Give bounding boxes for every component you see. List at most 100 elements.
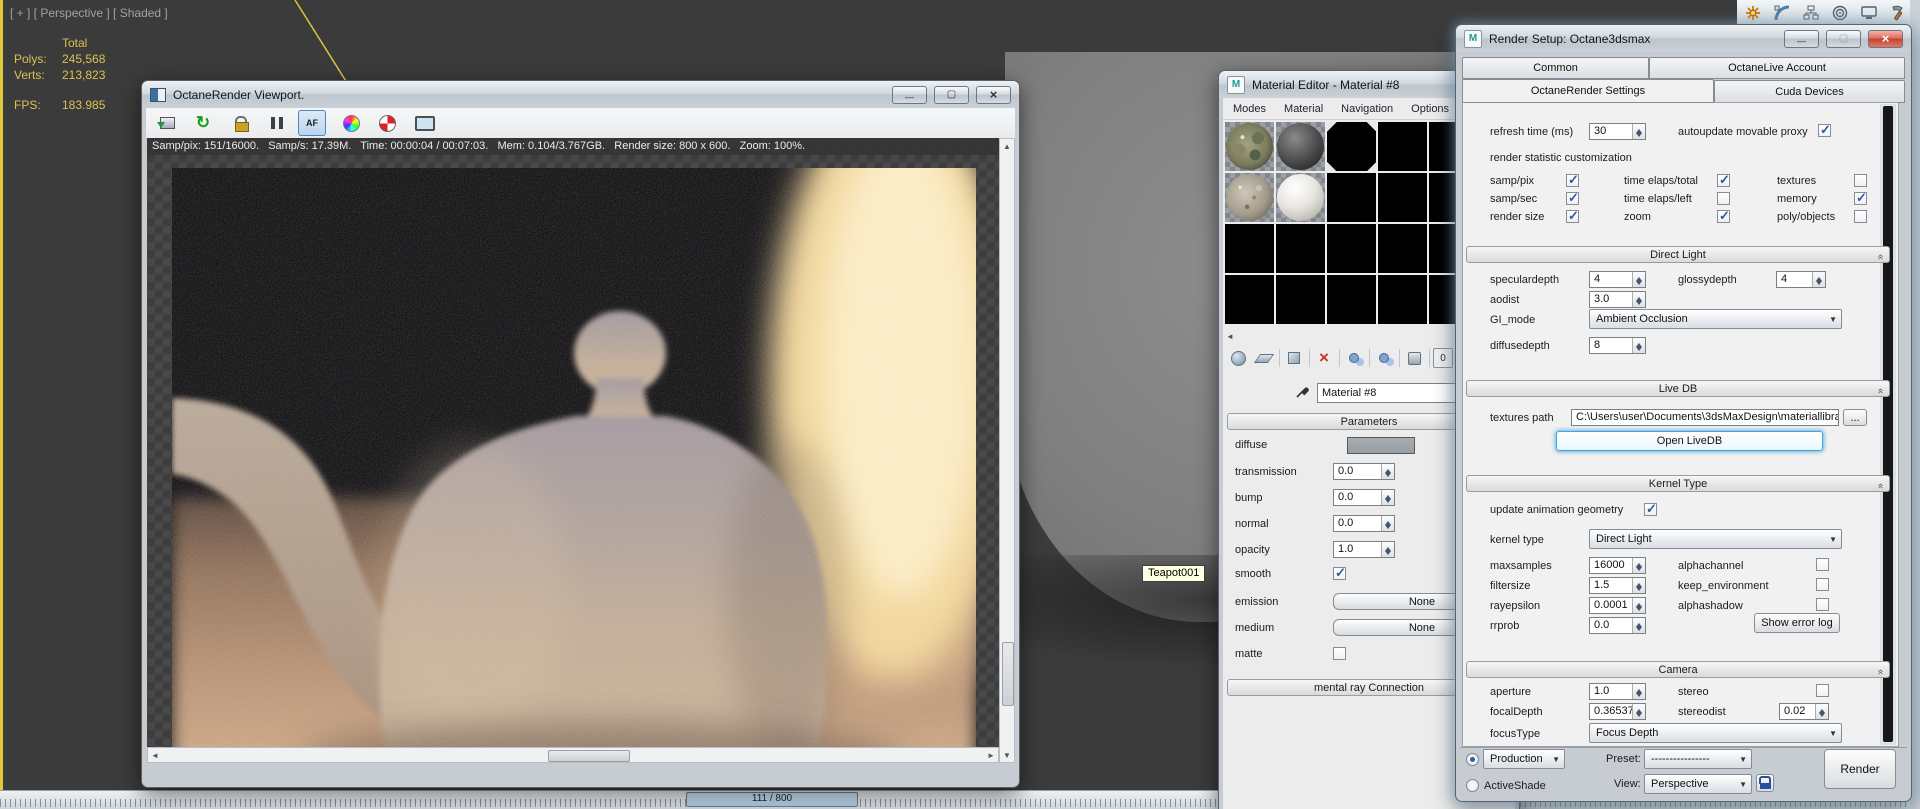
stat-checkbox[interactable]: [1854, 190, 1867, 206]
material-id-channel-icon[interactable]: [1433, 348, 1453, 368]
utilities-icon[interactable]: [1885, 2, 1910, 25]
fit-monitor-icon[interactable]: [412, 111, 438, 135]
material-slot[interactable]: [1327, 173, 1376, 222]
preset-dropdown[interactable]: ----------------: [1644, 749, 1752, 769]
smooth-checkbox[interactable]: [1333, 565, 1346, 581]
put-to-scene-icon[interactable]: [1253, 347, 1275, 369]
production-radio[interactable]: [1466, 753, 1479, 766]
material-slot[interactable]: [1276, 122, 1325, 171]
alphachannel-checkbox[interactable]: [1816, 558, 1829, 571]
diffuse-swatch[interactable]: [1347, 437, 1415, 454]
material-slot[interactable]: [1225, 224, 1274, 273]
direct-light-rollout[interactable]: Direct Light: [1466, 246, 1890, 263]
material-slot[interactable]: [1327, 224, 1376, 273]
material-slot[interactable]: [1327, 275, 1376, 324]
show-error-log-button[interactable]: Show error log: [1754, 613, 1840, 633]
viewport-label[interactable]: [ + ] [ Perspective ] [ Shaded ]: [10, 6, 168, 20]
spinner[interactable]: [1632, 558, 1645, 573]
stat-checkbox[interactable]: [1717, 208, 1730, 224]
glossydepth-field[interactable]: 4: [1776, 271, 1826, 288]
material-slot-active[interactable]: [1327, 122, 1376, 171]
matte-checkbox[interactable]: [1333, 647, 1346, 660]
spinner[interactable]: [1632, 338, 1645, 353]
textures-path-field[interactable]: C:\Users\user\Documents\3dsMaxDesign\mat…: [1571, 409, 1839, 426]
rayepsilon-field[interactable]: 0.0001: [1589, 597, 1646, 614]
scroll-left-icon[interactable]: ◄: [148, 748, 162, 762]
menu-material[interactable]: Material: [1284, 103, 1323, 115]
autoupdate-checkbox[interactable]: [1818, 122, 1831, 138]
stat-checkbox[interactable]: [1717, 172, 1730, 188]
octane-viewport-titlebar[interactable]: OctaneRender Viewport.: [142, 81, 1019, 108]
menu-modes[interactable]: Modes: [1233, 103, 1266, 115]
lock-icon[interactable]: [228, 111, 254, 135]
create-icon[interactable]: [1741, 2, 1766, 25]
keep-environment-checkbox[interactable]: [1816, 578, 1829, 591]
scroll-right-icon[interactable]: ►: [984, 748, 998, 762]
material-slot[interactable]: [1225, 173, 1274, 222]
render-region-icon[interactable]: [374, 111, 400, 135]
camera-rollout[interactable]: Camera: [1466, 661, 1890, 678]
spinner[interactable]: [1381, 490, 1394, 505]
stereodist-field[interactable]: 0.02: [1779, 703, 1829, 720]
gi-mode-dropdown[interactable]: Ambient Occlusion: [1589, 309, 1842, 329]
assign-to-selection-icon[interactable]: [1283, 347, 1305, 369]
menu-navigation[interactable]: Navigation: [1341, 103, 1393, 115]
spinner[interactable]: [1632, 598, 1645, 613]
rrprob-field[interactable]: 0.0: [1589, 617, 1646, 634]
material-slot[interactable]: [1276, 173, 1325, 222]
opacity-field[interactable]: 1.0: [1333, 541, 1395, 558]
hscroll-thumb[interactable]: [548, 750, 630, 762]
stat-checkbox[interactable]: [1854, 210, 1867, 223]
stat-checkbox[interactable]: [1854, 174, 1867, 187]
bump-field[interactable]: 0.0: [1333, 489, 1395, 506]
refresh-time-field[interactable]: 30: [1589, 123, 1646, 140]
aperture-field[interactable]: 1.0: [1589, 683, 1646, 700]
tab-octanerender-settings[interactable]: OctaneRender Settings: [1462, 79, 1714, 103]
kernel-type-dropdown[interactable]: Direct Light: [1589, 529, 1842, 549]
spinner[interactable]: [1381, 516, 1394, 531]
live-db-rollout[interactable]: Live DB: [1466, 380, 1890, 397]
stat-checkbox[interactable]: [1566, 190, 1579, 206]
panel-scrollbar[interactable]: [1880, 104, 1896, 745]
stat-checkbox[interactable]: [1566, 208, 1579, 224]
save-material-icon[interactable]: [1403, 347, 1425, 369]
material-slot[interactable]: [1276, 224, 1325, 273]
pause-icon[interactable]: [264, 111, 290, 135]
spinner[interactable]: [1381, 464, 1394, 479]
close-button[interactable]: [1868, 29, 1903, 48]
time-slider[interactable]: 111 / 800: [686, 792, 858, 807]
hierarchy-icon[interactable]: [1799, 2, 1824, 25]
transmission-field[interactable]: 0.0: [1333, 463, 1395, 480]
spinner[interactable]: [1632, 618, 1645, 633]
reset-material-icon[interactable]: [1313, 347, 1335, 369]
spinner[interactable]: [1632, 578, 1645, 593]
vscroll-thumb[interactable]: [1002, 642, 1014, 706]
focustype-dropdown[interactable]: Focus Depth: [1589, 723, 1842, 743]
spinner[interactable]: [1632, 704, 1645, 719]
view-dropdown[interactable]: Perspective: [1644, 774, 1752, 794]
stat-checkbox[interactable]: [1717, 192, 1730, 205]
material-slot[interactable]: [1225, 122, 1274, 171]
render-hscrollbar[interactable]: ◄ ►: [147, 747, 999, 763]
save-image-icon[interactable]: [154, 111, 180, 135]
filtersize-field[interactable]: 1.5: [1589, 577, 1646, 594]
spinner[interactable]: [1632, 292, 1645, 307]
spinner[interactable]: [1632, 124, 1645, 139]
spinner[interactable]: [1632, 684, 1645, 699]
material-slot[interactable]: [1225, 275, 1274, 324]
kernel-type-rollout[interactable]: Kernel Type: [1466, 475, 1890, 492]
spinner[interactable]: [1815, 704, 1828, 719]
spinner[interactable]: [1632, 272, 1645, 287]
render-button[interactable]: Render: [1824, 749, 1896, 789]
tab-octanelive-account[interactable]: OctaneLive Account: [1649, 57, 1905, 79]
activeshade-radio[interactable]: [1466, 779, 1479, 792]
motion-icon[interactable]: [1827, 2, 1852, 25]
material-slot[interactable]: [1276, 275, 1325, 324]
tab-cuda-devices[interactable]: Cuda Devices: [1714, 80, 1905, 103]
focaldepth-field[interactable]: 0.36537: [1589, 703, 1646, 720]
maximize-button[interactable]: [1826, 29, 1861, 48]
get-material-icon[interactable]: [1227, 347, 1249, 369]
diffusedepth-field[interactable]: 8: [1589, 337, 1646, 354]
view-lock-button[interactable]: [1756, 774, 1774, 792]
render-vscrollbar[interactable]: ▲ ▼: [999, 138, 1015, 763]
